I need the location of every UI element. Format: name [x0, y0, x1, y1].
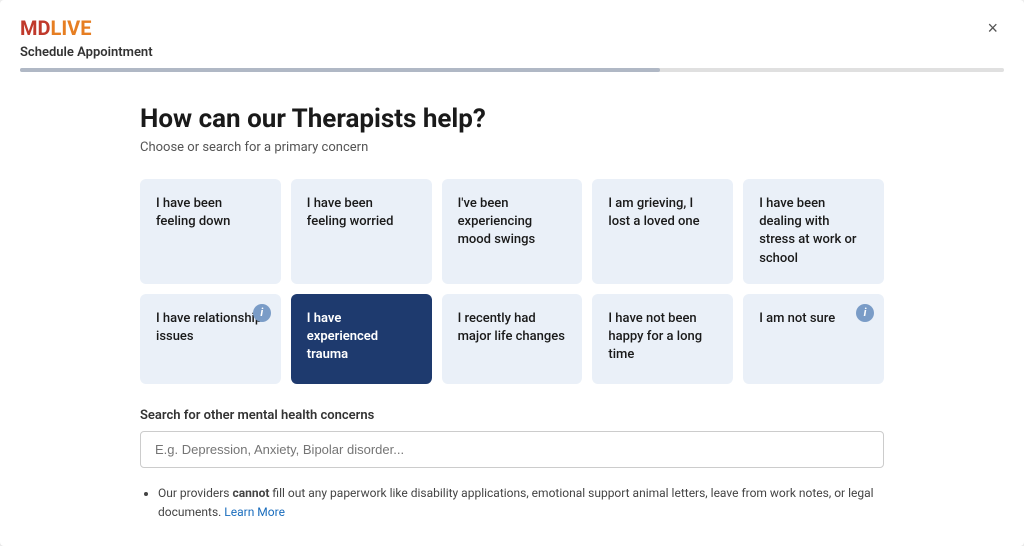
- card-not-sure[interactable]: i I am not sure: [743, 294, 884, 384]
- card-relationship-issues[interactable]: i I have relationship issues: [140, 294, 281, 384]
- card-not-happy[interactable]: I have not been happy for a long time: [592, 294, 733, 384]
- page-title: How can our Therapists help?: [140, 104, 884, 134]
- card-mood-swings[interactable]: I've been experiencing mood swings: [442, 179, 583, 284]
- close-button[interactable]: ×: [981, 16, 1004, 41]
- card-major-life-changes[interactable]: I recently had major life changes: [442, 294, 583, 384]
- card-experienced-trauma[interactable]: I have experienced trauma: [291, 294, 432, 384]
- search-input[interactable]: [140, 431, 884, 468]
- disclaimer: Our providers cannot fill out any paperw…: [140, 484, 884, 522]
- cards-row-1: I have been feeling down I have been fee…: [140, 179, 884, 284]
- disclaimer-text-before: Our providers: [158, 486, 232, 500]
- modal-header: MDLIVE ×: [0, 0, 1024, 41]
- page-subtitle: Choose or search for a primary concern: [140, 140, 884, 155]
- cards-row-2: i I have relationship issues I have expe…: [140, 294, 884, 384]
- modal-body: How can our Therapists help? Choose or s…: [0, 72, 1024, 546]
- logo-live: LIVE: [51, 16, 92, 40]
- logo: MDLIVE: [20, 16, 92, 40]
- schedule-title: Schedule Appointment: [0, 41, 1024, 68]
- card-grieving[interactable]: I am grieving, I lost a loved one: [592, 179, 733, 284]
- disclaimer-bold: cannot: [232, 486, 269, 500]
- card-feeling-worried[interactable]: I have been feeling worried: [291, 179, 432, 284]
- modal-container: MDLIVE × Schedule Appointment How can ou…: [0, 0, 1024, 546]
- info-icon: i: [253, 304, 271, 322]
- search-label: Search for other mental health concerns: [140, 408, 884, 423]
- card-stress-work[interactable]: I have been dealing with stress at work …: [743, 179, 884, 284]
- info-icon-2: i: [856, 304, 874, 322]
- learn-more-link[interactable]: Learn More: [224, 505, 285, 519]
- logo-md: MD: [20, 16, 51, 40]
- card-feeling-down[interactable]: I have been feeling down: [140, 179, 281, 284]
- search-section: Search for other mental health concerns: [140, 408, 884, 468]
